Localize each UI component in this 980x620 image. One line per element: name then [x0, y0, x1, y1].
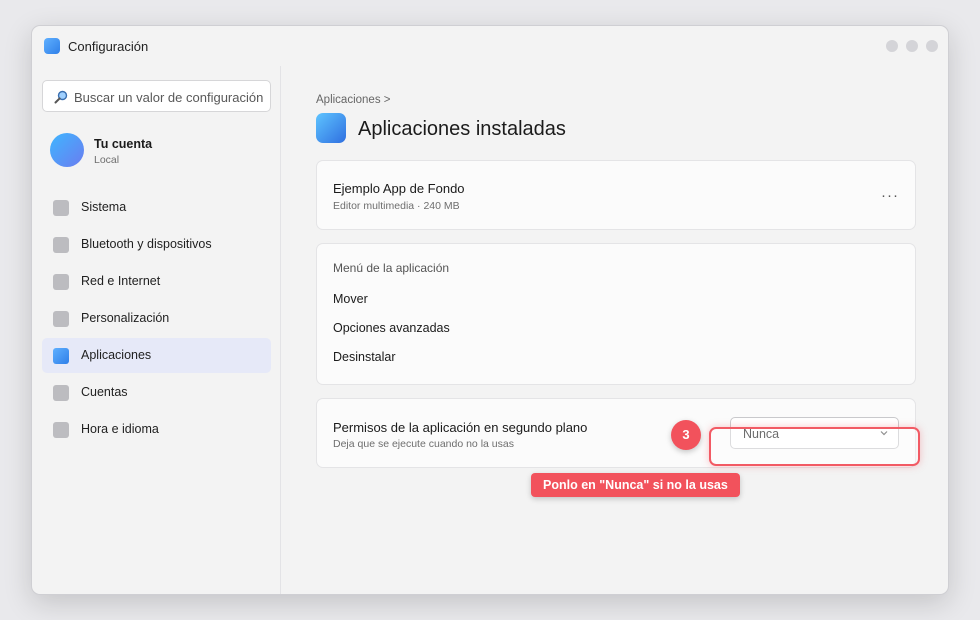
sidebar-item-personalizacion[interactable]: Personalización: [42, 301, 271, 336]
sidebar-nav: Sistema Bluetooth y dispositivos Red e I…: [42, 190, 271, 449]
menu-item-opciones-avanzadas[interactable]: Opciones avanzadas: [333, 321, 450, 335]
sidebar-item-hora[interactable]: Hora e idioma: [42, 412, 271, 447]
maximize-button[interactable]: [906, 40, 918, 52]
sistema-icon: [53, 200, 69, 216]
page-title: Aplicaciones instaladas: [358, 118, 566, 140]
sidebar: Tu cuenta Local Sistema Bluetooth y disp…: [32, 66, 281, 594]
annotation-highlight: [709, 427, 920, 466]
app-meta: Editor multimedia · 240 MB: [333, 200, 460, 212]
sidebar-item-bluetooth[interactable]: Bluetooth y dispositivos: [42, 227, 271, 262]
bluetooth-icon: [53, 237, 69, 253]
permission-title: Permisos de la aplicación en segundo pla…: [333, 420, 588, 435]
apps-icon: [53, 348, 69, 364]
app-card: Ejemplo App de Fondo Editor multimedia ·…: [316, 160, 916, 230]
sidebar-item-cuentas[interactable]: Cuentas: [42, 375, 271, 410]
menu-heading: Menú de la aplicación: [333, 261, 450, 275]
settings-window: Configuración Tu cuenta Local Sistema: [31, 25, 949, 595]
title-bar: Configuración: [32, 26, 948, 66]
search-box[interactable]: [42, 80, 271, 112]
menu-item-mover[interactable]: Mover: [333, 292, 368, 306]
settings-app-icon: [44, 38, 60, 54]
avatar: [50, 133, 84, 167]
sidebar-item-aplicaciones[interactable]: Aplicaciones: [42, 338, 271, 373]
more-options-icon[interactable]: ···: [881, 187, 899, 204]
sidebar-item-label: Hora e idioma: [81, 422, 159, 436]
app-name: Ejemplo App de Fondo: [333, 181, 465, 196]
sidebar-item-sistema[interactable]: Sistema: [42, 190, 271, 225]
accounts-icon: [53, 385, 69, 401]
annotation-tooltip: Ponlo en "Nunca" si no la usas: [531, 473, 740, 497]
account-name: Tu cuenta: [94, 137, 153, 151]
menu-item-desinstalar[interactable]: Desinstalar: [333, 350, 396, 364]
breadcrumb[interactable]: Aplicaciones >: [316, 94, 390, 106]
search-icon: [54, 90, 68, 104]
app-menu-card: Menú de la aplicación Mover Opciones ava…: [316, 243, 916, 385]
permission-subtitle: Deja que se ejecute cuando no la usas: [333, 438, 514, 450]
sidebar-item-label: Aplicaciones: [81, 348, 152, 362]
time-language-icon: [53, 422, 69, 438]
sidebar-item-label: Personalización: [81, 311, 170, 325]
apps-page-icon: [316, 113, 346, 143]
personalization-icon: [53, 311, 69, 327]
network-icon: [53, 274, 69, 290]
sidebar-item-label: Bluetooth y dispositivos: [81, 237, 212, 251]
sidebar-item-label: Sistema: [81, 200, 127, 214]
step-number-badge: 3: [671, 420, 701, 450]
close-button[interactable]: [926, 40, 938, 52]
sidebar-item-label: Cuentas: [81, 385, 128, 399]
minimize-button[interactable]: [886, 40, 898, 52]
main-content: Aplicaciones > Aplicaciones instaladas E…: [282, 66, 948, 594]
sidebar-item-red[interactable]: Red e Internet: [42, 264, 271, 299]
window-title: Configuración: [68, 39, 149, 54]
account-type: Local: [94, 154, 120, 166]
account-summary[interactable]: Tu cuenta Local: [50, 132, 270, 172]
sidebar-item-label: Red e Internet: [81, 274, 161, 288]
search-input[interactable]: [74, 87, 264, 107]
